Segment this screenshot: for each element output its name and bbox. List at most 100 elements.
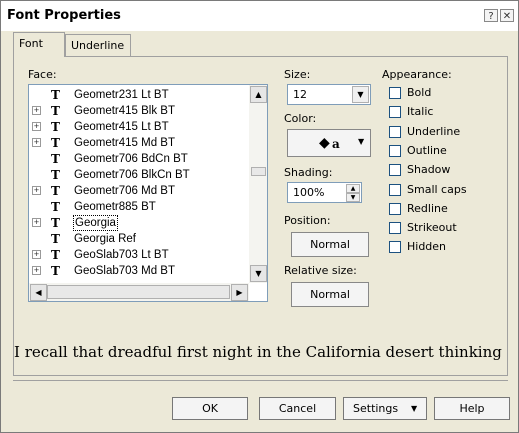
color-text-glyph: a <box>332 137 340 151</box>
expand-icon[interactable]: + <box>32 138 41 147</box>
expand-icon[interactable]: + <box>32 106 41 115</box>
face-list-item[interactable]: T Geometr706 BlkCn BT <box>29 167 249 183</box>
checkbox-label[interactable]: Bold <box>407 86 431 99</box>
tab-underline[interactable]: Underline <box>65 34 131 56</box>
position-button[interactable]: Normal <box>291 232 369 257</box>
checkbox-redline[interactable] <box>389 202 401 215</box>
face-name: Geometr706 Md BT <box>74 185 175 197</box>
truetype-icon: T <box>51 88 60 102</box>
checkbox-small-caps[interactable] <box>389 183 401 196</box>
relative-size-button[interactable]: Normal <box>291 282 369 307</box>
checkbox-outline[interactable] <box>389 144 401 157</box>
title-bar: Font Properties ? ✕ <box>1 1 518 31</box>
face-list[interactable]: T Geometr231 Lt BT + T Geometr415 Blk BT + T Ge… <box>28 84 268 302</box>
checkbox-italic[interactable] <box>389 106 401 119</box>
truetype-icon: T <box>51 152 60 166</box>
font-preview: I recall that dreadful first night in th… <box>14 343 502 361</box>
expand-icon[interactable]: + <box>32 218 41 227</box>
face-list-item[interactable]: + T GeoSlab703 Md BT <box>29 263 249 279</box>
settings-button[interactable]: Settings ▼ <box>343 397 427 420</box>
checkbox-hidden[interactable] <box>389 241 401 254</box>
truetype-icon: T <box>51 232 60 246</box>
size-value: 12 <box>293 88 307 101</box>
checkbox-label[interactable]: Underline <box>407 125 460 138</box>
face-name: Georgia Ref <box>74 233 137 245</box>
face-name: GeoSlab703 Md BT <box>74 265 176 277</box>
expand-icon[interactable]: + <box>32 186 41 195</box>
checkbox-label[interactable]: Hidden <box>407 240 446 253</box>
color-picker-button[interactable]: ◆ a ▼ <box>287 129 371 157</box>
dialog-title: Font Properties <box>7 8 121 23</box>
face-name: GeoSlab703 Lt BT <box>74 249 169 261</box>
face-list-item[interactable]: T Geometr706 BdCn BT <box>29 151 249 167</box>
truetype-icon: T <box>51 216 60 230</box>
face-list-item[interactable]: + T Geometr706 Md BT <box>29 183 249 199</box>
face-list-vertical-scrollbar[interactable]: ▲ ▼ <box>249 85 267 283</box>
chevron-down-icon: ▼ <box>411 404 418 413</box>
face-name: Geometr706 BlkCn BT <box>74 169 190 181</box>
ok-button[interactable]: OK <box>172 397 248 420</box>
truetype-icon: T <box>51 136 60 150</box>
chevron-down-icon[interactable]: ▼ <box>352 86 369 103</box>
truetype-icon: T <box>51 168 60 182</box>
face-list-item[interactable]: T Geometr885 BT <box>29 199 249 215</box>
truetype-icon: T <box>51 120 60 134</box>
help-button[interactable]: Help <box>434 397 510 420</box>
face-list-item[interactable]: + T Georgia <box>29 215 249 231</box>
checkbox-label[interactable]: Shadow <box>407 163 450 176</box>
scroll-down-icon[interactable]: ▼ <box>250 265 267 282</box>
checkbox-label[interactable]: Strikeout <box>407 221 457 234</box>
checkbox-shadow[interactable] <box>389 164 401 177</box>
appearance-label: Appearance: <box>382 68 452 81</box>
shading-value: 100% <box>293 186 325 199</box>
expand-icon[interactable]: + <box>32 250 41 259</box>
face-name: Geometr885 BT <box>74 201 156 213</box>
size-label: Size: <box>284 68 311 81</box>
expand-icon[interactable]: + <box>32 266 41 275</box>
checkbox-bold[interactable] <box>389 87 401 99</box>
checkbox-label[interactable]: Small caps <box>407 183 467 196</box>
face-list-item[interactable]: + T Geometr415 Blk BT <box>29 103 249 119</box>
truetype-icon: T <box>51 248 60 262</box>
face-name: Geometr706 BdCn BT <box>74 153 188 165</box>
face-list-horizontal-scrollbar[interactable]: ◀ ▶ <box>29 283 249 301</box>
face-list-item[interactable]: T Geometr231 Lt BT <box>29 87 249 103</box>
face-list-item[interactable]: + T Geometr415 Lt BT <box>29 119 249 135</box>
face-name: Geometr231 Lt BT <box>74 89 169 101</box>
scroll-thumb[interactable] <box>251 167 266 176</box>
face-list-item[interactable]: + T Geometr415 Md BT <box>29 135 249 151</box>
spin-down-icon[interactable]: ▼ <box>346 193 360 202</box>
tab-font[interactable]: Font <box>13 32 65 57</box>
position-label: Position: <box>284 214 331 227</box>
checkbox-strikeout[interactable] <box>389 222 401 235</box>
face-list-item[interactable]: T Georgia Ref <box>29 231 249 247</box>
checkbox-label[interactable]: Italic <box>407 105 433 118</box>
checkbox-label[interactable]: Redline <box>407 202 448 215</box>
truetype-icon: T <box>51 264 60 278</box>
settings-label: Settings <box>353 402 399 415</box>
chevron-down-icon: ▼ <box>358 137 365 146</box>
checkbox-label[interactable]: Outline <box>407 144 447 157</box>
divider <box>13 380 508 381</box>
face-name: Geometr415 Lt BT <box>74 121 169 133</box>
close-icon[interactable]: ✕ <box>500 9 514 22</box>
spin-up-icon[interactable]: ▲ <box>346 184 360 193</box>
cancel-button[interactable]: Cancel <box>259 397 336 420</box>
face-name: Geometr415 Md BT <box>74 137 175 149</box>
expand-icon[interactable]: + <box>32 122 41 131</box>
checkbox-underline[interactable] <box>389 125 401 138</box>
horizontal-scroll-thumb[interactable] <box>47 285 230 299</box>
paint-bucket-icon: ◆ <box>319 135 330 151</box>
shading-spinbox[interactable]: 100% ▲ ▼ <box>287 182 362 203</box>
scroll-right-icon[interactable]: ▶ <box>231 284 248 301</box>
scroll-left-icon[interactable]: ◀ <box>30 284 47 301</box>
scroll-up-icon[interactable]: ▲ <box>250 86 267 103</box>
shading-label: Shading: <box>284 166 333 179</box>
relative-size-label: Relative size: <box>284 264 357 277</box>
face-list-item[interactable]: + T GeoSlab703 Lt BT <box>29 247 249 263</box>
color-label: Color: <box>284 112 317 125</box>
face-label: Face: <box>28 68 57 81</box>
help-icon[interactable]: ? <box>484 9 498 22</box>
truetype-icon: T <box>51 184 60 198</box>
size-combobox[interactable]: 12 ▼ <box>287 84 371 105</box>
